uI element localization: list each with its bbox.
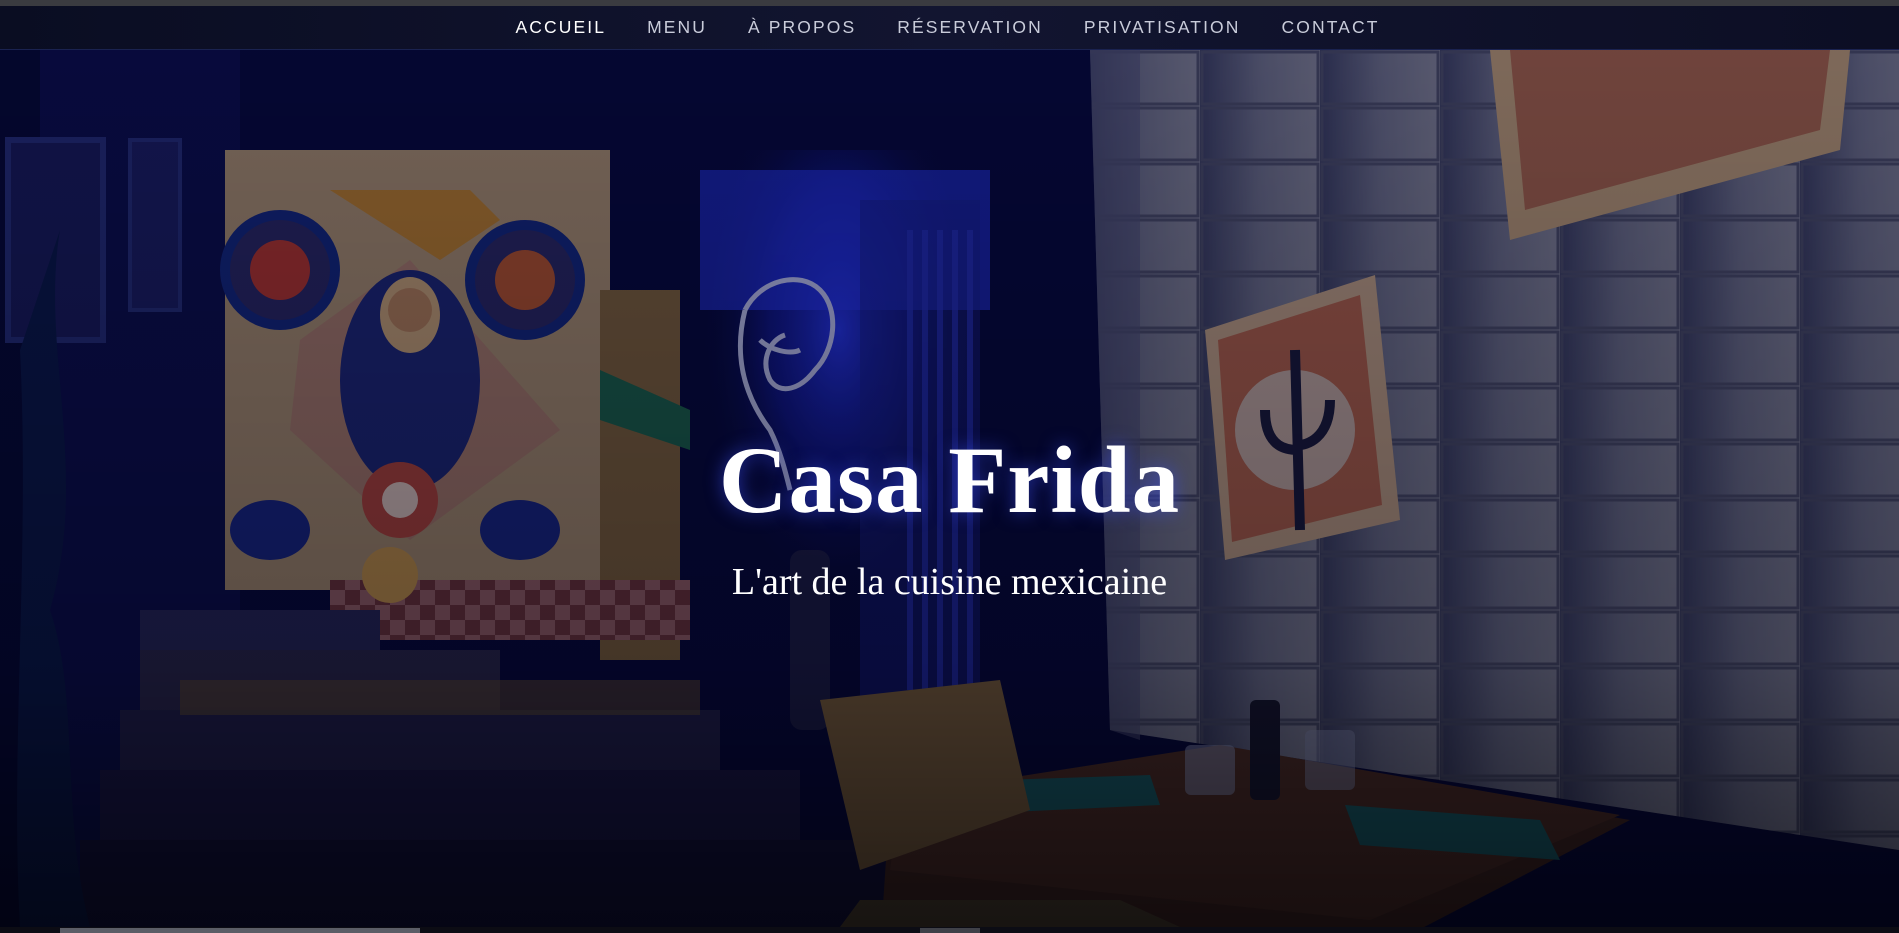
nav-item-privatisation[interactable]: PRIVATISATION bbox=[1084, 17, 1241, 38]
scrollbar-segment bbox=[920, 928, 980, 933]
hero-section: Casa Frida L'art de la cuisine mexicaine bbox=[0, 50, 1899, 927]
nav-item-menu[interactable]: MENU bbox=[647, 17, 707, 38]
nav-item-reservation[interactable]: RÉSERVATION bbox=[897, 17, 1043, 38]
nav-menu: ACCUEIL MENU À PROPOS RÉSERVATION PRIVAT… bbox=[516, 17, 1380, 38]
nav-item-contact[interactable]: CONTACT bbox=[1282, 17, 1380, 38]
horizontal-scrollbar-thumb[interactable] bbox=[60, 928, 420, 933]
nav-item-accueil[interactable]: ACCUEIL bbox=[516, 17, 607, 38]
nav-item-a-propos[interactable]: À PROPOS bbox=[748, 17, 856, 38]
hero-subtitle: L'art de la cuisine mexicaine bbox=[731, 561, 1168, 603]
hero-title: Casa Frida bbox=[718, 427, 1181, 533]
main-navbar: ACCUEIL MENU À PROPOS RÉSERVATION PRIVAT… bbox=[0, 6, 1899, 50]
